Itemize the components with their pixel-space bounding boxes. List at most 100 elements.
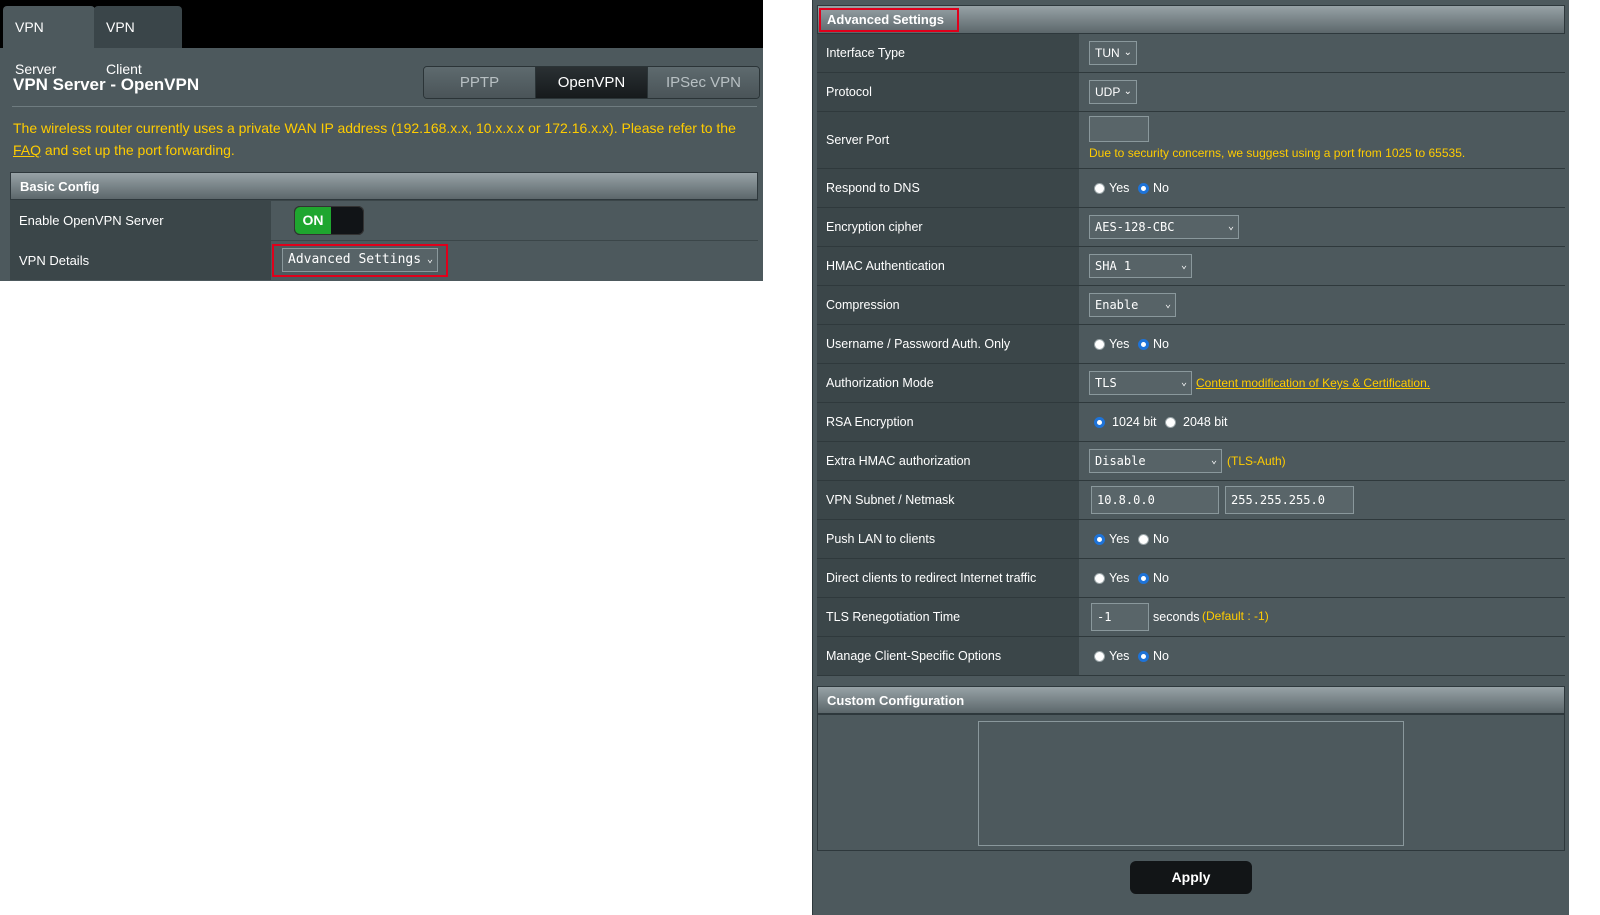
authorization-mode-row: Authorization Mode TLS ⌄ Content modific… xyxy=(817,364,1565,403)
chevron-down-icon: ⌄ xyxy=(1123,47,1132,58)
respond-dns-label: Respond to DNS xyxy=(817,169,1079,207)
redirect-traffic-label: Direct clients to redirect Internet traf… xyxy=(817,559,1079,597)
radio-unselected-icon xyxy=(1094,572,1105,584)
radio-label: No xyxy=(1153,337,1169,351)
client-specific-label: Manage Client-Specific Options xyxy=(817,637,1079,675)
push-lan-no-radio[interactable]: No xyxy=(1138,532,1169,546)
radio-selected-icon xyxy=(1094,533,1105,545)
protocol-select[interactable]: UDP ⌄ xyxy=(1089,80,1137,104)
client-specific-no-radio[interactable]: No xyxy=(1138,649,1169,663)
chevron-down-icon: ⌄ xyxy=(1210,455,1217,466)
push-lan-yes-radio[interactable]: Yes xyxy=(1094,532,1129,546)
radio-selected-icon xyxy=(1138,650,1149,662)
radio-label: 1024 bit xyxy=(1112,415,1157,429)
interface-type-value: TUN xyxy=(1095,46,1120,60)
vpn-netmask-input[interactable]: 255.255.255.0 xyxy=(1225,486,1354,514)
encryption-cipher-row: Encryption cipher AES-128-CBC ⌄ xyxy=(817,208,1565,247)
authorization-mode-select[interactable]: TLS ⌄ xyxy=(1089,371,1192,395)
enable-openvpn-toggle[interactable]: ON xyxy=(294,206,364,235)
authorization-mode-label: Authorization Mode xyxy=(817,364,1079,402)
interface-type-select[interactable]: TUN ⌄ xyxy=(1089,41,1137,65)
extra-hmac-label: Extra HMAC authorization xyxy=(817,442,1079,480)
radio-label: Yes xyxy=(1109,337,1130,351)
tab-ipsec-vpn[interactable]: IPSec VPN xyxy=(648,67,759,98)
tab-openvpn[interactable]: OpenVPN xyxy=(536,67,648,98)
server-port-input[interactable] xyxy=(1089,116,1149,142)
advanced-settings-panel: Advanced Settings Interface Type TUN ⌄ P… xyxy=(812,0,1569,915)
userpass-no-radio[interactable]: No xyxy=(1138,337,1169,351)
radio-label: No xyxy=(1153,532,1169,546)
basic-config-header: Basic Config xyxy=(10,172,758,200)
radio-selected-icon xyxy=(1094,416,1105,428)
chevron-down-icon: ⌄ xyxy=(1180,260,1187,271)
rsa-1024-radio[interactable]: 1024 bit xyxy=(1094,415,1156,429)
respond-dns-yes-radio[interactable]: Yes xyxy=(1094,181,1129,195)
server-port-label: Server Port xyxy=(817,112,1079,168)
protocol-value: UDP xyxy=(1095,85,1121,99)
hmac-authentication-label: HMAC Authentication xyxy=(817,247,1079,285)
radio-label: Yes xyxy=(1109,571,1130,585)
tab-vpn-server[interactable]: VPN Server xyxy=(3,6,95,77)
compression-value: Enable xyxy=(1095,298,1139,312)
vpn-subnet-input[interactable]: 10.8.0.0 xyxy=(1091,486,1219,514)
page-title: VPN Server - OpenVPN xyxy=(13,75,200,94)
encryption-cipher-value: AES-128-CBC xyxy=(1095,220,1175,234)
respond-dns-row: Respond to DNS Yes No xyxy=(817,169,1565,208)
vpn-details-select-value: Advanced Settings xyxy=(288,252,422,267)
tls-auth-note: (TLS-Auth) xyxy=(1227,454,1286,468)
radio-selected-icon xyxy=(1138,338,1149,350)
radio-label: Yes xyxy=(1109,649,1130,663)
protocol-row: Protocol UDP ⌄ xyxy=(817,73,1565,112)
radio-label: Yes xyxy=(1109,181,1130,195)
radio-unselected-icon xyxy=(1094,338,1105,350)
rsa-2048-radio[interactable]: 2048 bit xyxy=(1165,415,1227,429)
client-specific-yes-radio[interactable]: Yes xyxy=(1094,649,1129,663)
vpn-subnet-label: VPN Subnet / Netmask xyxy=(817,481,1079,519)
redirect-yes-radio[interactable]: Yes xyxy=(1094,571,1129,585)
private-wan-notice: The wireless router currently uses a pri… xyxy=(13,117,753,161)
highlight-box xyxy=(819,8,959,32)
custom-configuration-textarea[interactable] xyxy=(978,721,1404,846)
vpn-details-label: VPN Details xyxy=(10,241,271,280)
extra-hmac-select[interactable]: Disable ⌄ xyxy=(1089,449,1222,473)
compression-label: Compression xyxy=(817,286,1079,324)
radio-label: No xyxy=(1153,571,1169,585)
radio-label: Yes xyxy=(1109,532,1130,546)
compression-select[interactable]: Enable ⌄ xyxy=(1089,293,1176,317)
radio-label: No xyxy=(1153,181,1169,195)
respond-dns-no-radio[interactable]: No xyxy=(1138,181,1169,195)
chevron-down-icon: ⌄ xyxy=(1180,377,1187,388)
radio-selected-icon xyxy=(1138,182,1149,194)
chevron-down-icon: ⌄ xyxy=(1123,86,1132,97)
interface-type-row: Interface Type TUN ⌄ xyxy=(817,34,1565,73)
server-port-hint: Due to security concerns, we suggest usi… xyxy=(1089,146,1466,160)
encryption-cipher-select[interactable]: AES-128-CBC ⌄ xyxy=(1089,215,1239,239)
userpass-auth-label: Username / Password Auth. Only xyxy=(817,325,1079,363)
tls-renegotiation-row: TLS Renegotiation Time -1 seconds (Defau… xyxy=(817,598,1565,637)
tab-vpn-client[interactable]: VPN Client xyxy=(94,6,182,77)
apply-button[interactable]: Apply xyxy=(1130,861,1252,894)
chevron-down-icon: ⌄ xyxy=(1227,221,1234,232)
redirect-no-radio[interactable]: No xyxy=(1138,571,1169,585)
tab-pptp[interactable]: PPTP xyxy=(424,67,536,98)
vpn-details-select[interactable]: Advanced Settings ⌄ xyxy=(282,248,438,272)
userpass-auth-row: Username / Password Auth. Only Yes No xyxy=(817,325,1565,364)
client-specific-row: Manage Client-Specific Options Yes No xyxy=(817,637,1565,676)
server-port-row: Server Port Due to security concerns, we… xyxy=(817,112,1565,169)
seconds-unit: seconds xyxy=(1153,610,1200,624)
notice-text: The wireless router currently uses a pri… xyxy=(13,120,736,136)
radio-unselected-icon xyxy=(1165,416,1176,428)
vpn-details-row: VPN Details Advanced Settings ⌄ xyxy=(10,240,758,281)
authorization-mode-value: TLS xyxy=(1095,376,1117,390)
vpn-server-panel: VPN Server VPN Client VPN Server - OpenV… xyxy=(0,0,763,281)
vpn-subnet-row: VPN Subnet / Netmask 10.8.0.0 255.255.25… xyxy=(817,481,1565,520)
hmac-authentication-select[interactable]: SHA 1 ⌄ xyxy=(1089,254,1192,278)
protocol-tab-group: PPTP OpenVPN IPSec VPN xyxy=(423,66,760,99)
userpass-yes-radio[interactable]: Yes xyxy=(1094,337,1129,351)
tls-renegotiation-input[interactable]: -1 xyxy=(1091,603,1149,631)
radio-label: 2048 bit xyxy=(1183,415,1228,429)
keys-certification-link[interactable]: Content modification of Keys & Certifica… xyxy=(1196,376,1430,390)
encryption-cipher-label: Encryption cipher xyxy=(817,208,1079,246)
tls-default-note: (Default : -1) xyxy=(1202,609,1269,623)
faq-link[interactable]: FAQ xyxy=(13,142,41,158)
